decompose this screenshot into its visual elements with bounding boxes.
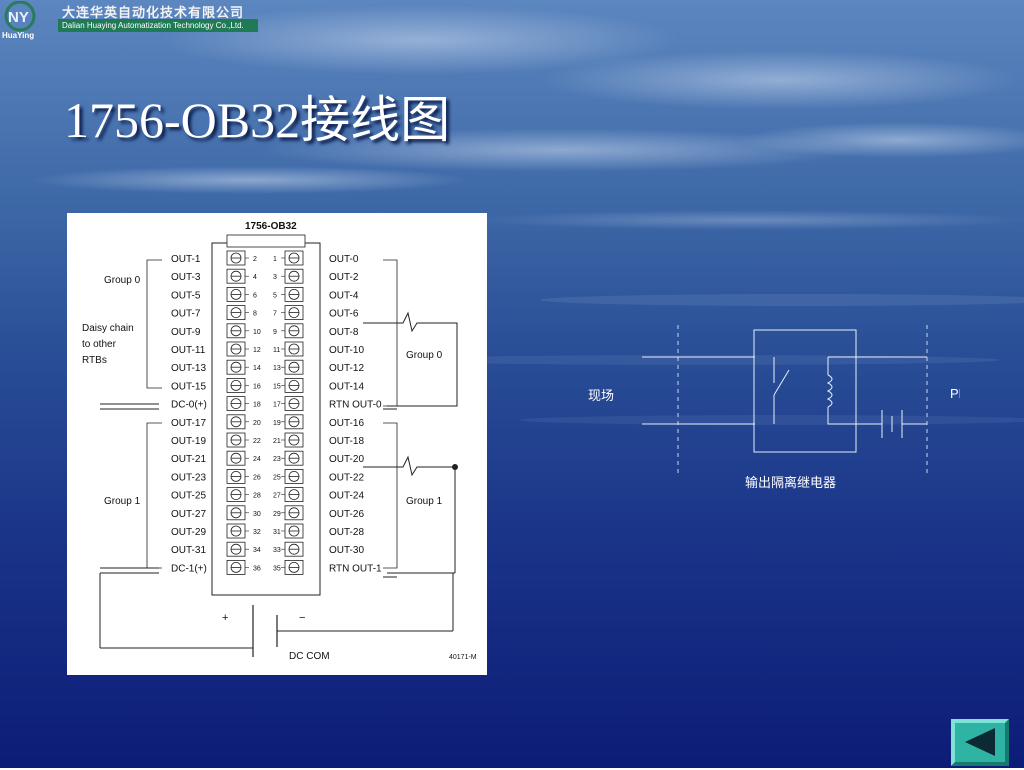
right-output-label: OUT-22 bbox=[329, 472, 364, 483]
module-title: 1756-OB32 bbox=[245, 221, 297, 232]
right-pin-number: 25 bbox=[273, 474, 281, 481]
left-output-label: OUT-25 bbox=[171, 491, 206, 502]
right-group-0-label: Group 0 bbox=[406, 350, 443, 361]
right-output-label: RTN OUT-0 bbox=[329, 400, 382, 411]
left-pin-number: 32 bbox=[253, 529, 261, 536]
previous-slide-button[interactable] bbox=[951, 719, 1009, 766]
right-output-label: OUT-10 bbox=[329, 345, 364, 356]
left-pin-number: 4 bbox=[253, 274, 257, 281]
right-pin-number: 19 bbox=[273, 420, 281, 427]
left-pin-number: 20 bbox=[253, 420, 261, 427]
left-pin-number: 28 bbox=[253, 493, 261, 500]
right-pin-number: 29 bbox=[273, 511, 281, 518]
left-pin-number: 24 bbox=[253, 456, 261, 463]
plc-label: PLC bbox=[950, 386, 960, 401]
right-pin-number: 35 bbox=[273, 565, 281, 572]
left-output-label: OUT-15 bbox=[171, 381, 206, 392]
left-output-label: OUT-31 bbox=[171, 545, 206, 556]
left-pin-number: 6 bbox=[253, 292, 257, 299]
right-pin-number: 1 bbox=[273, 256, 277, 263]
left-output-label: OUT-3 bbox=[171, 272, 201, 283]
company-header: NY 大连华英自动化技术有限公司 Dalian Huaying Automati… bbox=[0, 0, 260, 40]
right-output-label: OUT-0 bbox=[329, 254, 359, 265]
minus-sign: − bbox=[299, 612, 305, 624]
slide-title: 1756-OB32接线图 bbox=[64, 92, 451, 148]
right-output-label: OUT-14 bbox=[329, 381, 364, 392]
daisy-chain-line-1: Daisy chain bbox=[82, 323, 134, 334]
left-output-label: OUT-19 bbox=[171, 436, 206, 447]
left-output-label: OUT-27 bbox=[171, 509, 206, 520]
right-output-label: OUT-18 bbox=[329, 436, 364, 447]
left-output-label: OUT-29 bbox=[171, 527, 206, 538]
field-label: 现场 bbox=[588, 389, 614, 404]
left-output-label: OUT-23 bbox=[171, 472, 206, 483]
right-pin-number: 7 bbox=[273, 311, 277, 318]
right-pin-number: 21 bbox=[273, 438, 281, 445]
left-pin-number: 26 bbox=[253, 474, 261, 481]
left-output-label: OUT-17 bbox=[171, 418, 206, 429]
company-name-en: Dalian Huaying Automatization Technology… bbox=[58, 19, 258, 32]
right-output-label: OUT-12 bbox=[329, 363, 364, 374]
left-pin-number: 2 bbox=[253, 256, 257, 263]
right-pin-number: 27 bbox=[273, 493, 281, 500]
right-pin-number: 31 bbox=[273, 529, 281, 536]
company-logo-icon: NY bbox=[4, 1, 36, 32]
brand-name: HuaYing bbox=[2, 31, 35, 40]
right-pin-number: 5 bbox=[273, 292, 277, 299]
left-pin-number: 16 bbox=[253, 383, 261, 390]
daisy-chain-line-3: RTBs bbox=[82, 355, 107, 366]
left-group-1-label: Group 1 bbox=[104, 496, 141, 507]
left-output-label: OUT-7 bbox=[171, 309, 201, 320]
left-pin-number: 22 bbox=[253, 438, 261, 445]
right-output-label: OUT-20 bbox=[329, 454, 364, 465]
left-group-0-label: Group 0 bbox=[104, 275, 141, 286]
relay-schematic: 现场 PLC 输出隔离继电器 bbox=[588, 325, 960, 491]
left-pin-number: 10 bbox=[253, 329, 261, 336]
left-output-label: OUT-1 bbox=[171, 254, 201, 265]
left-pin-number: 18 bbox=[253, 402, 261, 409]
plus-sign: + bbox=[222, 612, 228, 624]
right-output-label: OUT-30 bbox=[329, 545, 364, 556]
left-pin-number: 30 bbox=[253, 511, 261, 518]
right-pin-number: 11 bbox=[273, 347, 280, 354]
right-output-label: OUT-4 bbox=[329, 290, 359, 301]
right-output-label: OUT-28 bbox=[329, 527, 364, 538]
left-pin-number: 14 bbox=[253, 365, 261, 372]
left-output-label: OUT-11 bbox=[171, 345, 206, 356]
left-output-label: OUT-5 bbox=[171, 290, 201, 301]
right-output-label: OUT-16 bbox=[329, 418, 364, 429]
right-output-label: RTN OUT-1 bbox=[329, 563, 382, 574]
left-output-label: DC-1(+) bbox=[171, 563, 207, 574]
left-output-label: DC-0(+) bbox=[171, 400, 207, 411]
daisy-chain-line-2: to other bbox=[82, 339, 117, 350]
left-pin-number: 8 bbox=[253, 311, 257, 318]
left-pin-number: 36 bbox=[253, 565, 261, 572]
left-output-label: OUT-9 bbox=[171, 327, 201, 338]
right-output-label: OUT-8 bbox=[329, 327, 359, 338]
right-output-label: OUT-2 bbox=[329, 272, 359, 283]
right-pin-number: 33 bbox=[273, 547, 281, 554]
right-output-label: OUT-26 bbox=[329, 509, 364, 520]
left-output-label: OUT-13 bbox=[171, 363, 206, 374]
relay-caption: 输出隔离继电器 bbox=[745, 475, 836, 491]
figure-id: 40171-M bbox=[449, 654, 477, 661]
right-pin-number: 23 bbox=[273, 456, 281, 463]
left-pin-number: 34 bbox=[253, 547, 261, 554]
right-pin-number: 9 bbox=[273, 329, 277, 336]
logo-letters: NY bbox=[8, 9, 29, 26]
wiring-diagram-panel: 1756-OB32 2 1 4 3 6 5 8 7 10 9 12 11 14 13 16 15 18 17 20 1… bbox=[67, 213, 487, 675]
wiring-diagram: 1756-OB32 2 14 36 58 710 912 1114 1316 1518 1720 1… bbox=[82, 221, 477, 662]
right-group-1-label: Group 1 bbox=[406, 496, 443, 507]
right-output-label: OUT-6 bbox=[329, 309, 359, 320]
left-pin-number: 12 bbox=[253, 347, 261, 354]
left-output-label: OUT-21 bbox=[171, 454, 206, 465]
right-pin-number: 15 bbox=[273, 383, 281, 390]
dc-com-label: DC COM bbox=[289, 651, 330, 662]
right-pin-number: 17 bbox=[273, 402, 281, 409]
right-output-label: OUT-24 bbox=[329, 491, 364, 502]
right-pin-number: 3 bbox=[273, 274, 277, 281]
right-pin-number: 13 bbox=[273, 365, 281, 372]
